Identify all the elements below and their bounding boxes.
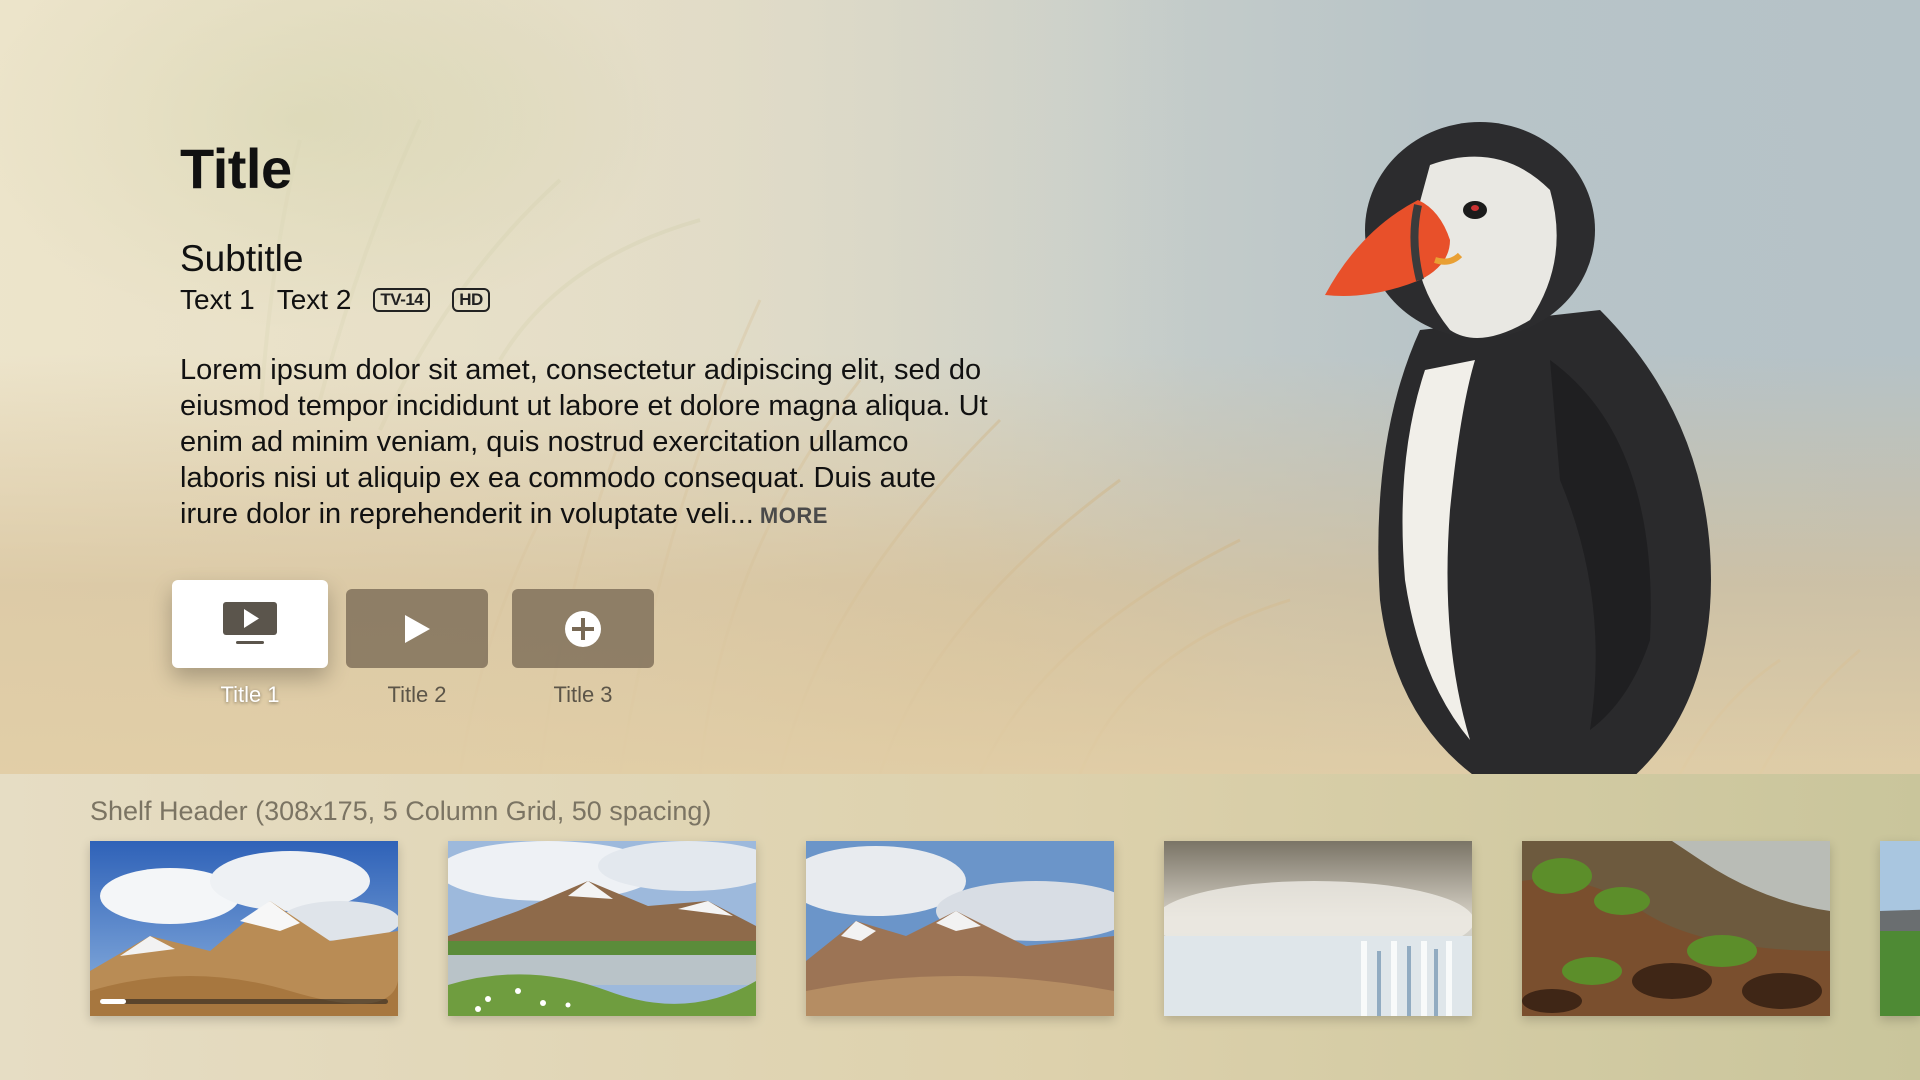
action-button-3-tile[interactable] (512, 589, 654, 668)
rocky-shore-image (1522, 841, 1830, 1016)
progress-fill (100, 999, 126, 1004)
more-link[interactable]: MORE (760, 503, 828, 528)
mountain-lake-image (448, 841, 756, 1016)
description-text: Lorem ipsum dolor sit amet, consectetur … (180, 354, 988, 530)
action-button-title-1[interactable]: Title 1 (172, 580, 328, 708)
hd-badge: HD (452, 288, 490, 312)
action-buttons: Title 1 Title 2 Title 3 (172, 580, 672, 710)
mountain-range-image (806, 841, 1114, 1016)
mountain-snow-image (90, 841, 398, 1016)
action-label-3: Title 3 (553, 682, 613, 707)
meta-text-2: Text 2 (276, 284, 352, 315)
page-title: Title (180, 137, 292, 200)
subtitle: Subtitle (180, 238, 304, 279)
description: Lorem ipsum dolor sit amet, consectetur … (180, 352, 1000, 534)
action-label-1: Title 1 (220, 682, 280, 707)
plus-circle-icon (565, 610, 601, 647)
progress-bar (100, 999, 388, 1004)
action-button-title-3[interactable]: Title 3 (512, 589, 654, 708)
rating-badge: TV-14 (373, 288, 431, 312)
shelf-item-1[interactable] (90, 841, 398, 1016)
green-valley-image (1880, 841, 1920, 1016)
shelf-row (90, 841, 1920, 1021)
shelf-item-4[interactable] (1164, 841, 1472, 1016)
shelf-item-5[interactable] (1522, 841, 1830, 1016)
metadata-row: Text 1 Text 2 TV-14 HD (180, 282, 490, 318)
hero-background: Title Subtitle Text 1 Text 2 TV-14 HD Lo… (0, 0, 1920, 774)
shelf-item-3[interactable] (806, 841, 1114, 1016)
puffin-image (1325, 122, 1711, 774)
waterfall-image (1164, 841, 1472, 1016)
shelf-item-6[interactable] (1880, 841, 1920, 1016)
shelf-header: Shelf Header (308x175, 5 Column Grid, 50… (90, 796, 712, 826)
shelf-item-2[interactable] (448, 841, 756, 1016)
action-button-2-tile[interactable] (346, 589, 488, 668)
tv-play-icon (223, 602, 277, 644)
shelf: Shelf Header (308x175, 5 Column Grid, 50… (0, 774, 1920, 1080)
meta-text-1: Text 1 (180, 284, 255, 315)
action-button-1-tile[interactable] (172, 580, 328, 668)
action-label-2: Title 2 (387, 682, 447, 707)
action-button-title-2[interactable]: Title 2 (346, 589, 488, 708)
play-icon (405, 614, 430, 643)
